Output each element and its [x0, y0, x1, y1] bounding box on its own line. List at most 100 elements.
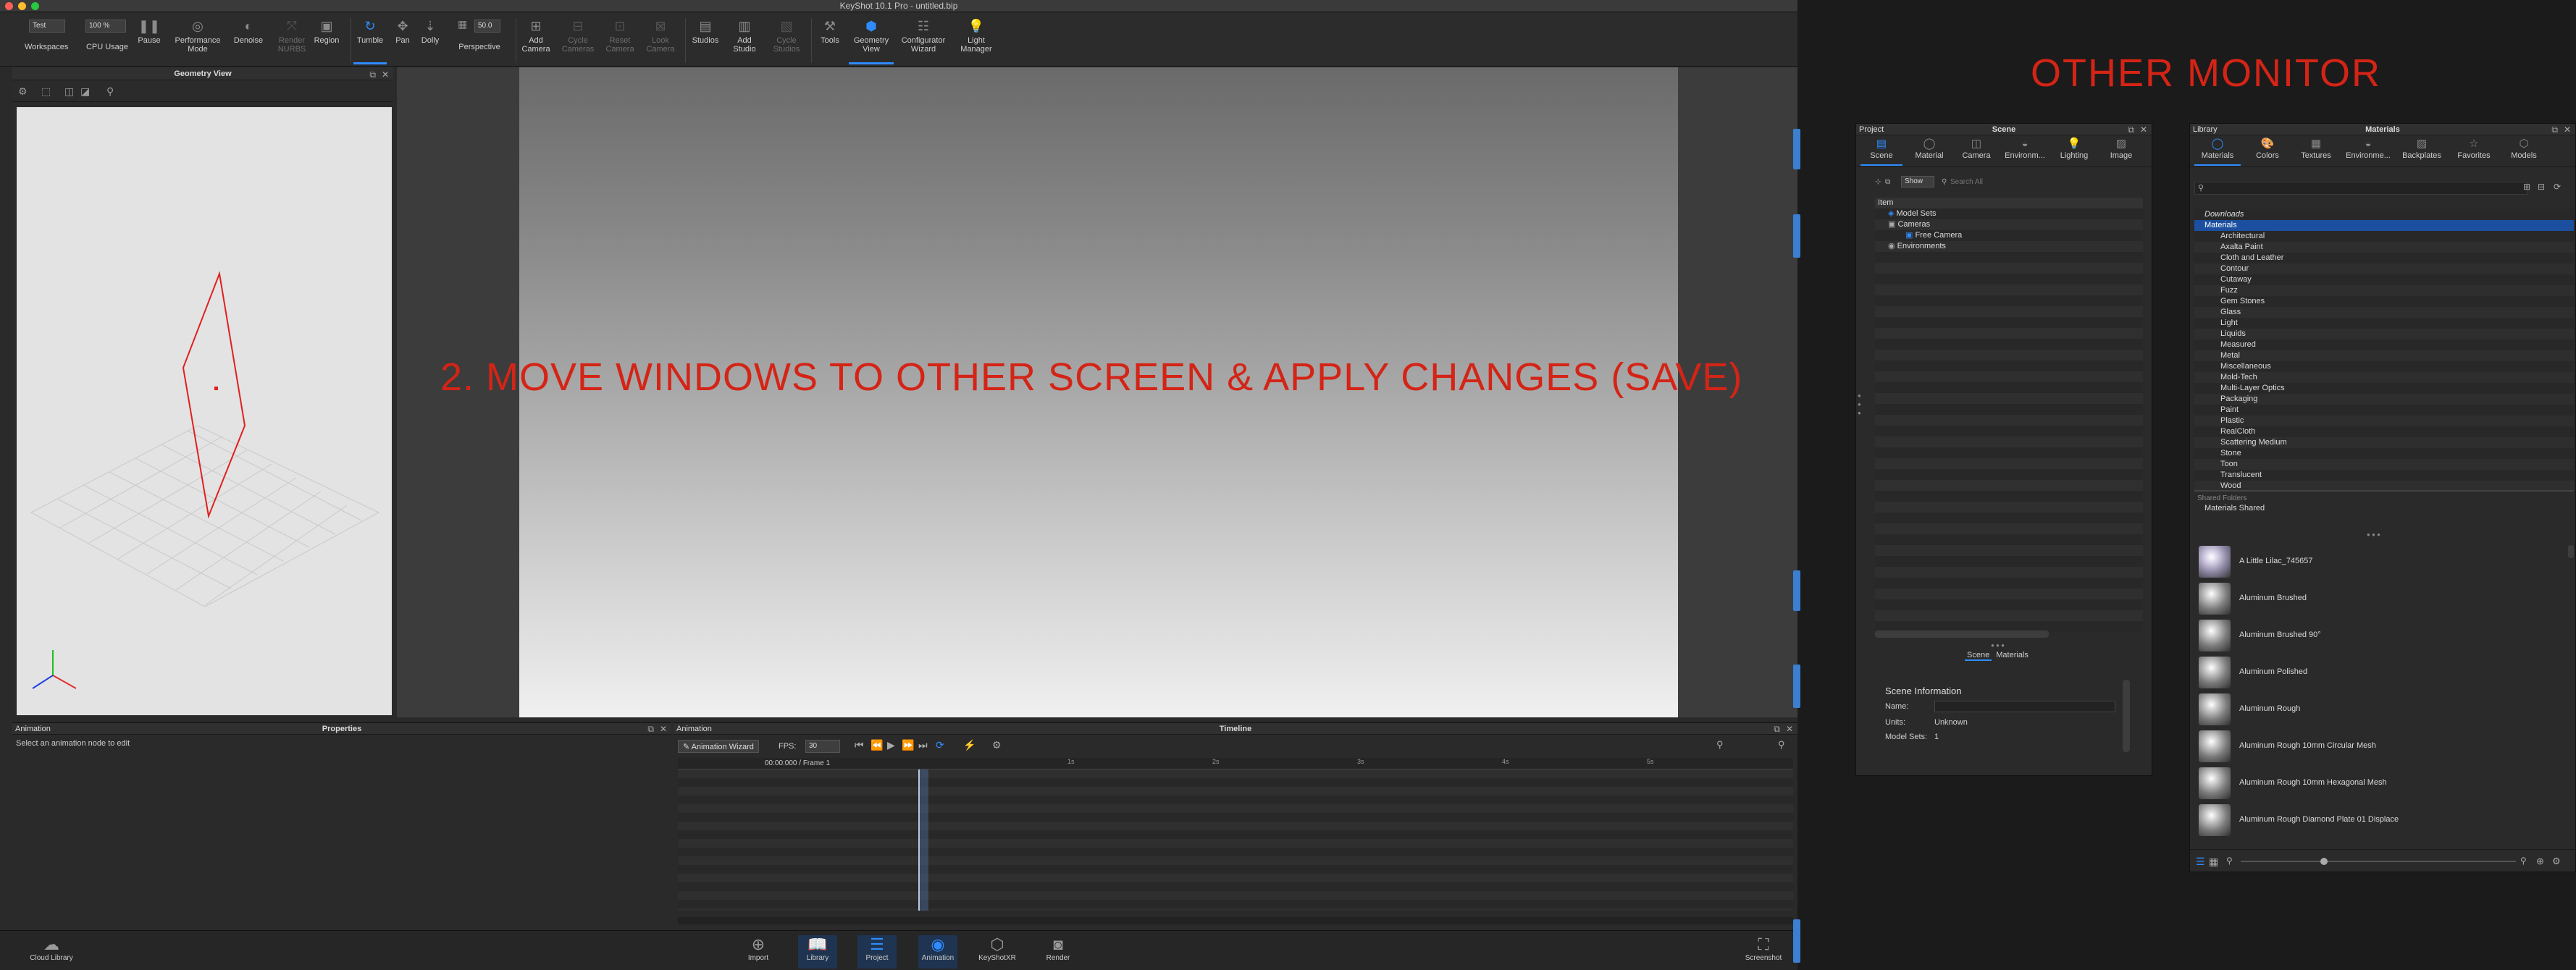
- dock-keyshotxr[interactable]: ⬡ KeyShotXR: [978, 935, 1017, 969]
- toolbar-tools[interactable]: ⚒ Tools: [813, 14, 847, 64]
- workspace-dropdown[interactable]: Test: [29, 20, 65, 33]
- tab-colors[interactable]: 🎨 Colors: [2246, 137, 2288, 166]
- toolbar-configurator-wizard[interactable]: ☷ Configurator Wizard: [897, 14, 950, 64]
- go-to-end-icon[interactable]: ⏭: [918, 739, 928, 751]
- lock-camera-icon[interactable]: ◪: [80, 85, 90, 98]
- zoom-in-icon[interactable]: ⚲: [2520, 856, 2527, 866]
- material-item[interactable]: Aluminum Rough Diamond Plate 01 Displace: [2194, 802, 2565, 839]
- toolbar-look-camera[interactable]: ⊠ Look Camera: [640, 14, 681, 64]
- cpu-usage-dropdown[interactable]: 100 %: [85, 20, 126, 33]
- folder-item[interactable]: Packaging: [2194, 394, 2574, 405]
- zoom-in-icon[interactable]: ⚲: [1778, 739, 1785, 751]
- toolbar-reset-camera[interactable]: ⊡ Reset Camera: [600, 14, 640, 64]
- folder-item[interactable]: Cloth and Leather: [2194, 253, 2574, 263]
- folder-item[interactable]: Scattering Medium: [2194, 437, 2574, 448]
- library-search[interactable]: ⚲: [2194, 182, 2527, 195]
- toolbar-light-manager[interactable]: 💡 Light Manager: [953, 14, 999, 64]
- filter-icon[interactable]: ⧉: [1885, 178, 1890, 186]
- folder-item[interactable]: Light: [2194, 318, 2574, 329]
- splitter-handle[interactable]: ● ● ●: [1858, 392, 1861, 418]
- close-icon[interactable]: ✕: [382, 68, 389, 81]
- step-forward-icon[interactable]: ⏩: [902, 739, 914, 751]
- subtab-scene[interactable]: Scene: [1965, 651, 1992, 661]
- dock-project[interactable]: ☰ Project: [857, 935, 897, 969]
- dock-render[interactable]: ◙ Render: [1039, 935, 1078, 969]
- settings-icon[interactable]: ⚙: [2552, 856, 2561, 867]
- undock-icon[interactable]: ⧉: [647, 723, 654, 735]
- close-icon[interactable]: ✕: [660, 723, 667, 735]
- cube-icon[interactable]: ⬚: [41, 85, 51, 98]
- camera-icon[interactable]: ◫: [64, 85, 74, 98]
- toolbar-cycle-studios[interactable]: ▧ Cycle Studios: [766, 14, 807, 64]
- folder-item[interactable]: Materials: [2194, 220, 2574, 231]
- zoom-out-icon[interactable]: ⚲: [2226, 856, 2233, 866]
- tab-backplates[interactable]: ▨ Backplates: [2397, 137, 2446, 166]
- close-icon[interactable]: ✕: [2140, 124, 2147, 135]
- tab-textures[interactable]: ▦ Textures: [2293, 137, 2339, 166]
- folder-item[interactable]: Liquids: [2194, 329, 2574, 340]
- undock-icon[interactable]: ⧉: [2551, 124, 2558, 135]
- undock-icon[interactable]: ⧉: [2128, 124, 2134, 135]
- tree-item-free-camera[interactable]: ▣ Free Camera: [1875, 230, 2143, 241]
- tree-item-model-sets[interactable]: ◈ Model Sets: [1875, 208, 2143, 219]
- folder-item[interactable]: Mold-Tech: [2194, 372, 2574, 383]
- toolbar-tumble[interactable]: ↻ Tumble: [353, 14, 387, 64]
- toolbar-dolly[interactable]: ⇣ Dolly: [416, 14, 445, 64]
- toolbar-denoise[interactable]: ◐ Denoise: [227, 14, 270, 64]
- folder-item[interactable]: Architectural: [2194, 231, 2574, 242]
- toolbar-cpu-usage[interactable]: CPU Usage: [85, 43, 129, 64]
- dock-import[interactable]: ⊕ Import: [739, 935, 778, 969]
- material-list-scrollbar[interactable]: [2568, 545, 2574, 558]
- tab-materials[interactable]: ◯ Materials: [2194, 137, 2241, 166]
- toolbar-performance-mode[interactable]: ◎ Performance Mode: [172, 14, 223, 64]
- refresh-icon[interactable]: ⟳: [2554, 182, 2561, 192]
- close-icon[interactable]: ✕: [1786, 723, 1793, 735]
- tab-favorites[interactable]: ☆ Favorites: [2451, 137, 2497, 166]
- material-item[interactable]: Aluminum Polished: [2194, 654, 2565, 691]
- material-item[interactable]: Aluminum Rough 10mm Hexagonal Mesh: [2194, 765, 2565, 802]
- folder-item[interactable]: RealCloth: [2194, 426, 2574, 437]
- tab-camera[interactable]: ◫ Camera: [1955, 137, 1998, 166]
- animation-wizard-button[interactable]: ✎ Animation Wizard: [678, 740, 759, 753]
- folder-item[interactable]: Measured: [2194, 340, 2574, 350]
- close-icon[interactable]: ✕: [2564, 124, 2571, 135]
- folder-item[interactable]: Glass: [2194, 307, 2574, 318]
- playhead[interactable]: [918, 769, 920, 911]
- dock-library[interactable]: 📖 Library: [798, 935, 837, 969]
- scene-tree[interactable]: Item ◈ Model Sets ▣ Cameras ▣ Free Camer…: [1875, 198, 2143, 632]
- material-item[interactable]: Aluminum Rough 10mm Circular Mesh: [2194, 728, 2565, 765]
- step-back-icon[interactable]: ⏪: [870, 739, 883, 751]
- toolbar-pan[interactable]: ✥ Pan: [388, 14, 417, 64]
- play-icon[interactable]: ▶: [887, 739, 895, 751]
- list-view-icon[interactable]: ☰: [2196, 856, 2205, 868]
- timeline-ruler[interactable]: 00:00:000 / Frame 1 1s 2s 3s 4s 5s: [678, 758, 1793, 769]
- show-dropdown[interactable]: Show: [1901, 176, 1934, 187]
- fps-input[interactable]: 30: [805, 740, 840, 753]
- settings-icon[interactable]: ⚙: [992, 739, 1002, 751]
- pin-icon[interactable]: ⊹: [1875, 178, 1881, 186]
- shared-folder-item[interactable]: Materials Shared: [2194, 503, 2574, 514]
- folder-item[interactable]: Multi-Layer Optics: [2194, 383, 2574, 394]
- dock-screenshot[interactable]: ⛶ Screenshot: [1738, 935, 1789, 969]
- dock-animation[interactable]: ◉ Animation: [918, 935, 957, 969]
- tab-environment[interactable]: ◒ Environm...: [2001, 137, 2049, 166]
- material-item[interactable]: Aluminum Brushed: [2194, 581, 2565, 617]
- info-scrollbar[interactable]: [2123, 680, 2130, 752]
- toolbar-region[interactable]: ▣ Region: [306, 14, 347, 64]
- import-folder-icon[interactable]: ⊟: [2538, 182, 2545, 192]
- loop-icon[interactable]: ⟳: [936, 739, 944, 751]
- tab-material[interactable]: ◯ Material: [1907, 137, 1952, 166]
- go-to-start-icon[interactable]: ⏮: [855, 739, 864, 751]
- folder-item[interactable]: Cutaway: [2194, 274, 2574, 285]
- folder-item[interactable]: Metal: [2194, 350, 2574, 361]
- toolbar-workspaces[interactable]: Workspaces: [25, 43, 68, 64]
- tab-models[interactable]: ⬡ Models: [2501, 137, 2546, 166]
- tab-lighting[interactable]: 💡 Lighting: [2052, 137, 2097, 166]
- undock-icon[interactable]: ⧉: [1774, 723, 1780, 735]
- subtab-materials[interactable]: Materials: [1994, 651, 2031, 659]
- folder-item[interactable]: Toon: [2194, 459, 2574, 470]
- grid-view-icon[interactable]: ▦: [2209, 856, 2218, 868]
- fov-input[interactable]: 50.0: [474, 20, 500, 33]
- geometry-view-canvas[interactable]: [17, 107, 392, 715]
- keyframe-icon[interactable]: ⚡: [963, 739, 976, 751]
